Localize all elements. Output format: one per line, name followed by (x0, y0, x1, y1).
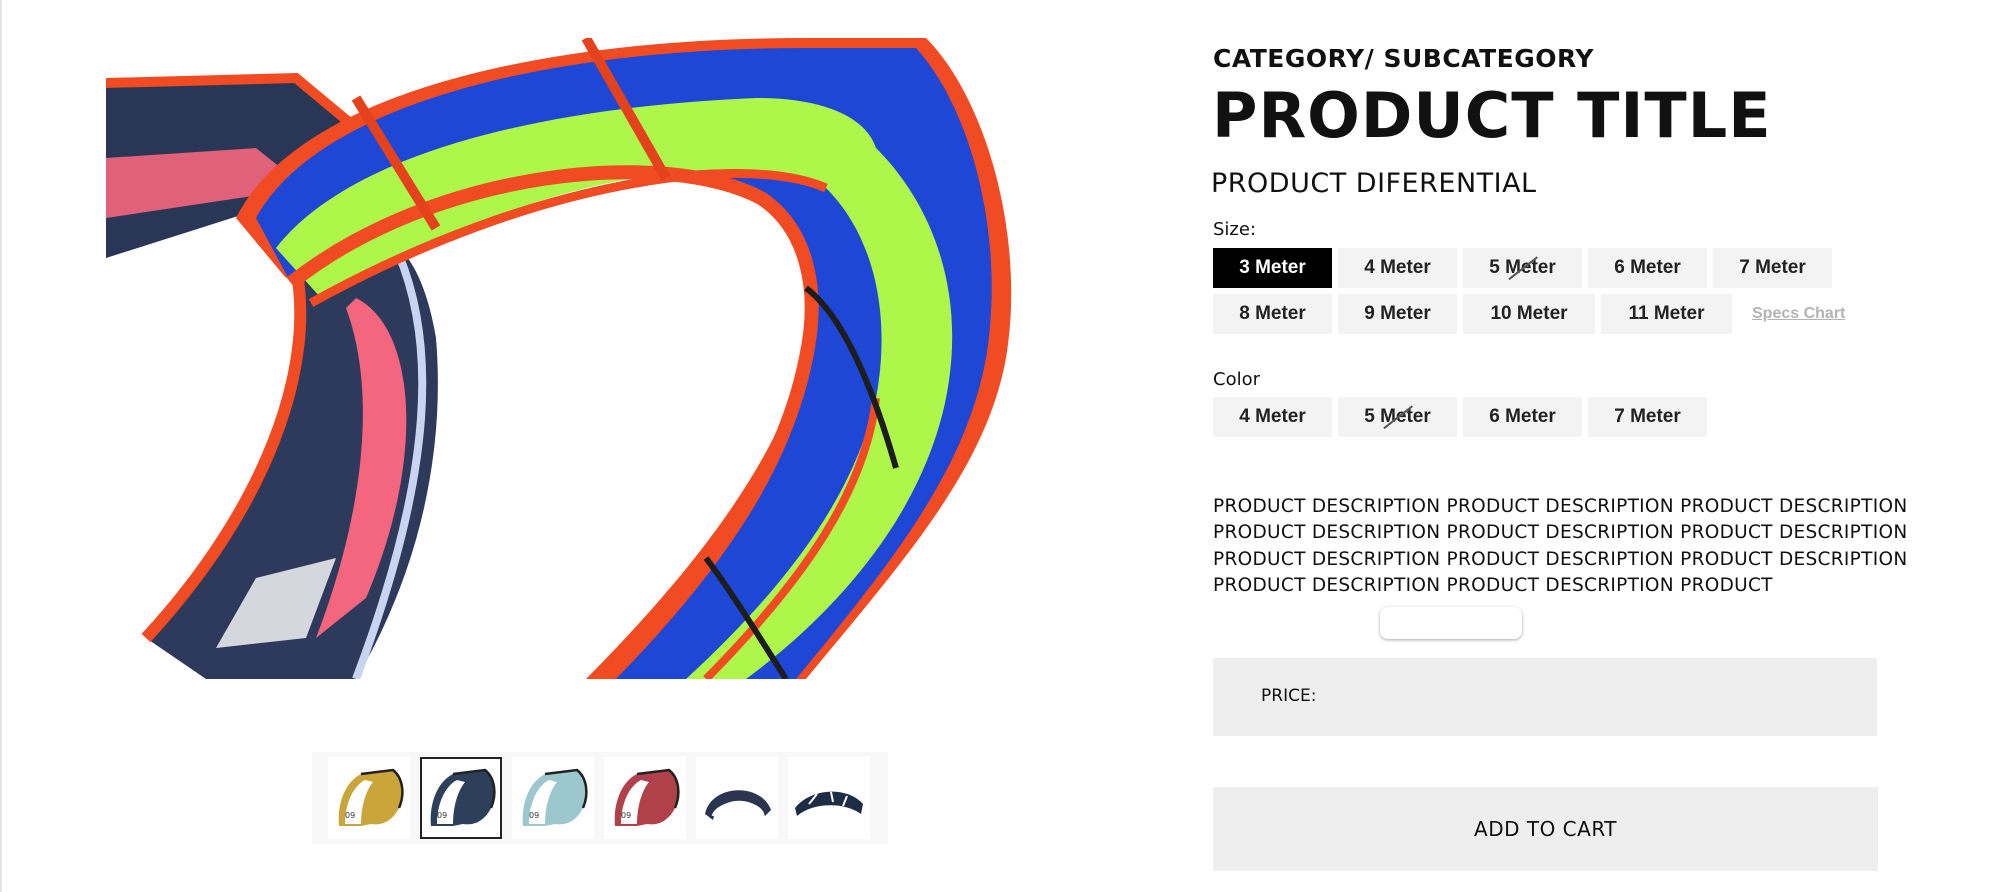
product-differential: PRODUCT DIFERENTIAL (1211, 168, 1537, 199)
product-title: PRODUCT TITLE (1212, 79, 1772, 152)
size-option-8-meter[interactable]: 8 Meter (1213, 294, 1332, 334)
size-option-5-meter[interactable]: 5 Meter (1463, 248, 1582, 288)
color-label: Color (1213, 369, 1260, 390)
size-option-label: 9 Meter (1364, 303, 1431, 324)
product-description: PRODUCT DESCRIPTION PRODUCT DESCRIPTION … (1213, 496, 1908, 596)
thumbnail-gallery: 09 09 09 09 (312, 752, 888, 844)
svg-text:09: 09 (345, 811, 355, 820)
price-panel: PRICE: (1213, 658, 1877, 736)
thumbnail-1[interactable]: 09 (328, 757, 410, 839)
size-option-10-meter[interactable]: 10 Meter (1463, 294, 1595, 334)
kite-teal-thumbnail: 09 (522, 768, 588, 826)
color-option-6-meter[interactable]: 6 Meter (1463, 397, 1582, 437)
size-option-label: 3 Meter (1239, 257, 1306, 278)
quantity-pill[interactable] (1380, 607, 1522, 639)
color-option-label: 5 Meter (1364, 406, 1431, 427)
color-options: 4 Meter 5 Meter 6 Meter 7 Meter (1213, 397, 1853, 437)
size-option-label: 7 Meter (1739, 257, 1806, 278)
size-option-4-meter[interactable]: 4 Meter (1338, 248, 1457, 288)
size-option-6-meter[interactable]: 6 Meter (1588, 248, 1707, 288)
price-label: PRICE: (1261, 686, 1317, 706)
color-option-label: 6 Meter (1489, 406, 1556, 427)
size-option-7-meter[interactable]: 7 Meter (1713, 248, 1832, 288)
size-option-3-meter[interactable]: 3 Meter (1213, 248, 1332, 288)
svg-text:09: 09 (437, 811, 447, 820)
color-option-5-meter[interactable]: 5 Meter (1338, 397, 1457, 437)
color-option-label: 4 Meter (1239, 406, 1306, 427)
svg-text:09: 09 (621, 811, 631, 820)
specs-chart-link[interactable]: Specs Chart (1752, 305, 1845, 323)
color-option-7-meter[interactable]: 7 Meter (1588, 397, 1707, 437)
product-category: CATEGORY/ SUBCATEGORY (1213, 44, 1594, 73)
thumbnail-2[interactable]: 09 (420, 757, 502, 839)
size-option-11-meter[interactable]: 11 Meter (1601, 294, 1732, 334)
add-to-cart-button[interactable]: ADD TO CART (1213, 787, 1878, 871)
thumbnail-3[interactable]: 09 (512, 757, 594, 839)
size-option-label: 5 Meter (1489, 257, 1556, 278)
page-left-border (0, 0, 2, 892)
size-option-9-meter[interactable]: 9 Meter (1338, 294, 1457, 334)
color-option-4-meter[interactable]: 4 Meter (1213, 397, 1332, 437)
size-options: 3 Meter 4 Meter 5 Meter 6 Meter 7 Meter 8 Met… (1213, 248, 1853, 334)
size-option-label: 8 Meter (1239, 303, 1306, 324)
svg-text:09: 09 (529, 811, 539, 820)
kite-arc-thumbnail (705, 790, 771, 820)
kite-yellow-thumbnail: 09 (338, 768, 404, 826)
thumbnail-5[interactable] (696, 757, 778, 839)
kite-wing-thumbnail (795, 791, 863, 816)
size-option-label: 4 Meter (1364, 257, 1431, 278)
size-option-label: 11 Meter (1628, 303, 1705, 324)
kite-red-thumbnail: 09 (614, 768, 680, 826)
size-label: Size: (1213, 219, 1257, 240)
kite-photo (106, 38, 1012, 679)
color-option-label: 7 Meter (1614, 406, 1681, 427)
size-option-label: 6 Meter (1614, 257, 1681, 278)
size-option-label: 10 Meter (1490, 303, 1568, 324)
thumbnail-4[interactable]: 09 (604, 757, 686, 839)
kite-navy-thumbnail: 09 (430, 768, 496, 826)
thumbnail-6[interactable] (788, 757, 870, 839)
product-main-image (106, 38, 1034, 679)
